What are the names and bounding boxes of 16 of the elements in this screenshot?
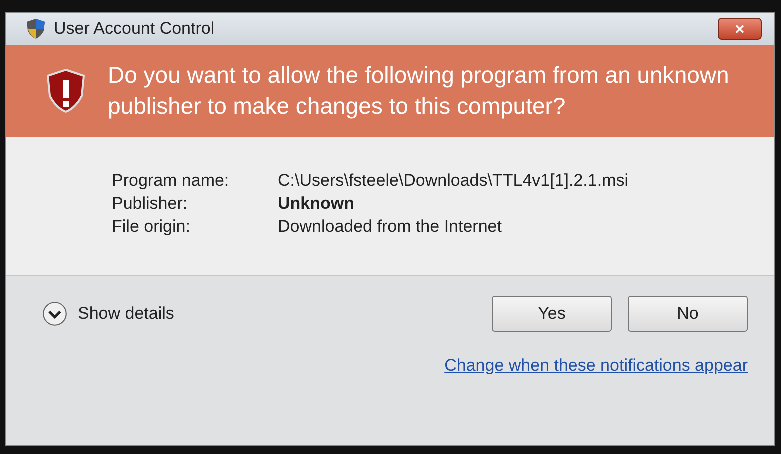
window-title: User Account Control xyxy=(54,19,216,39)
shield-icon xyxy=(26,18,46,40)
detail-value: Unknown xyxy=(278,194,356,214)
detail-label: File origin: xyxy=(112,217,192,237)
close-button[interactable]: ✕ xyxy=(718,18,762,40)
chevron-icon[interactable] xyxy=(42,301,68,327)
detail-label: Program name: xyxy=(112,171,230,191)
dialog-button[interactable]: No xyxy=(628,296,748,332)
show-details-link[interactable]: Show details xyxy=(78,304,174,324)
detail-label: Publisher: xyxy=(112,194,189,214)
notifications-link[interactable]: Change when these notifications appear xyxy=(444,356,748,376)
warning-shield-icon xyxy=(46,68,86,114)
dialog-button[interactable]: Yes xyxy=(492,296,612,332)
detail-value: Downloaded from the Internet xyxy=(278,217,503,237)
question-text: Do you want to allow the following program from an unknown publisher to make changes to this computer? xyxy=(108,61,730,121)
detail-value: C:\Users\fsteele\Downloads\TTL4v1[1].2.1.msi xyxy=(278,171,630,191)
